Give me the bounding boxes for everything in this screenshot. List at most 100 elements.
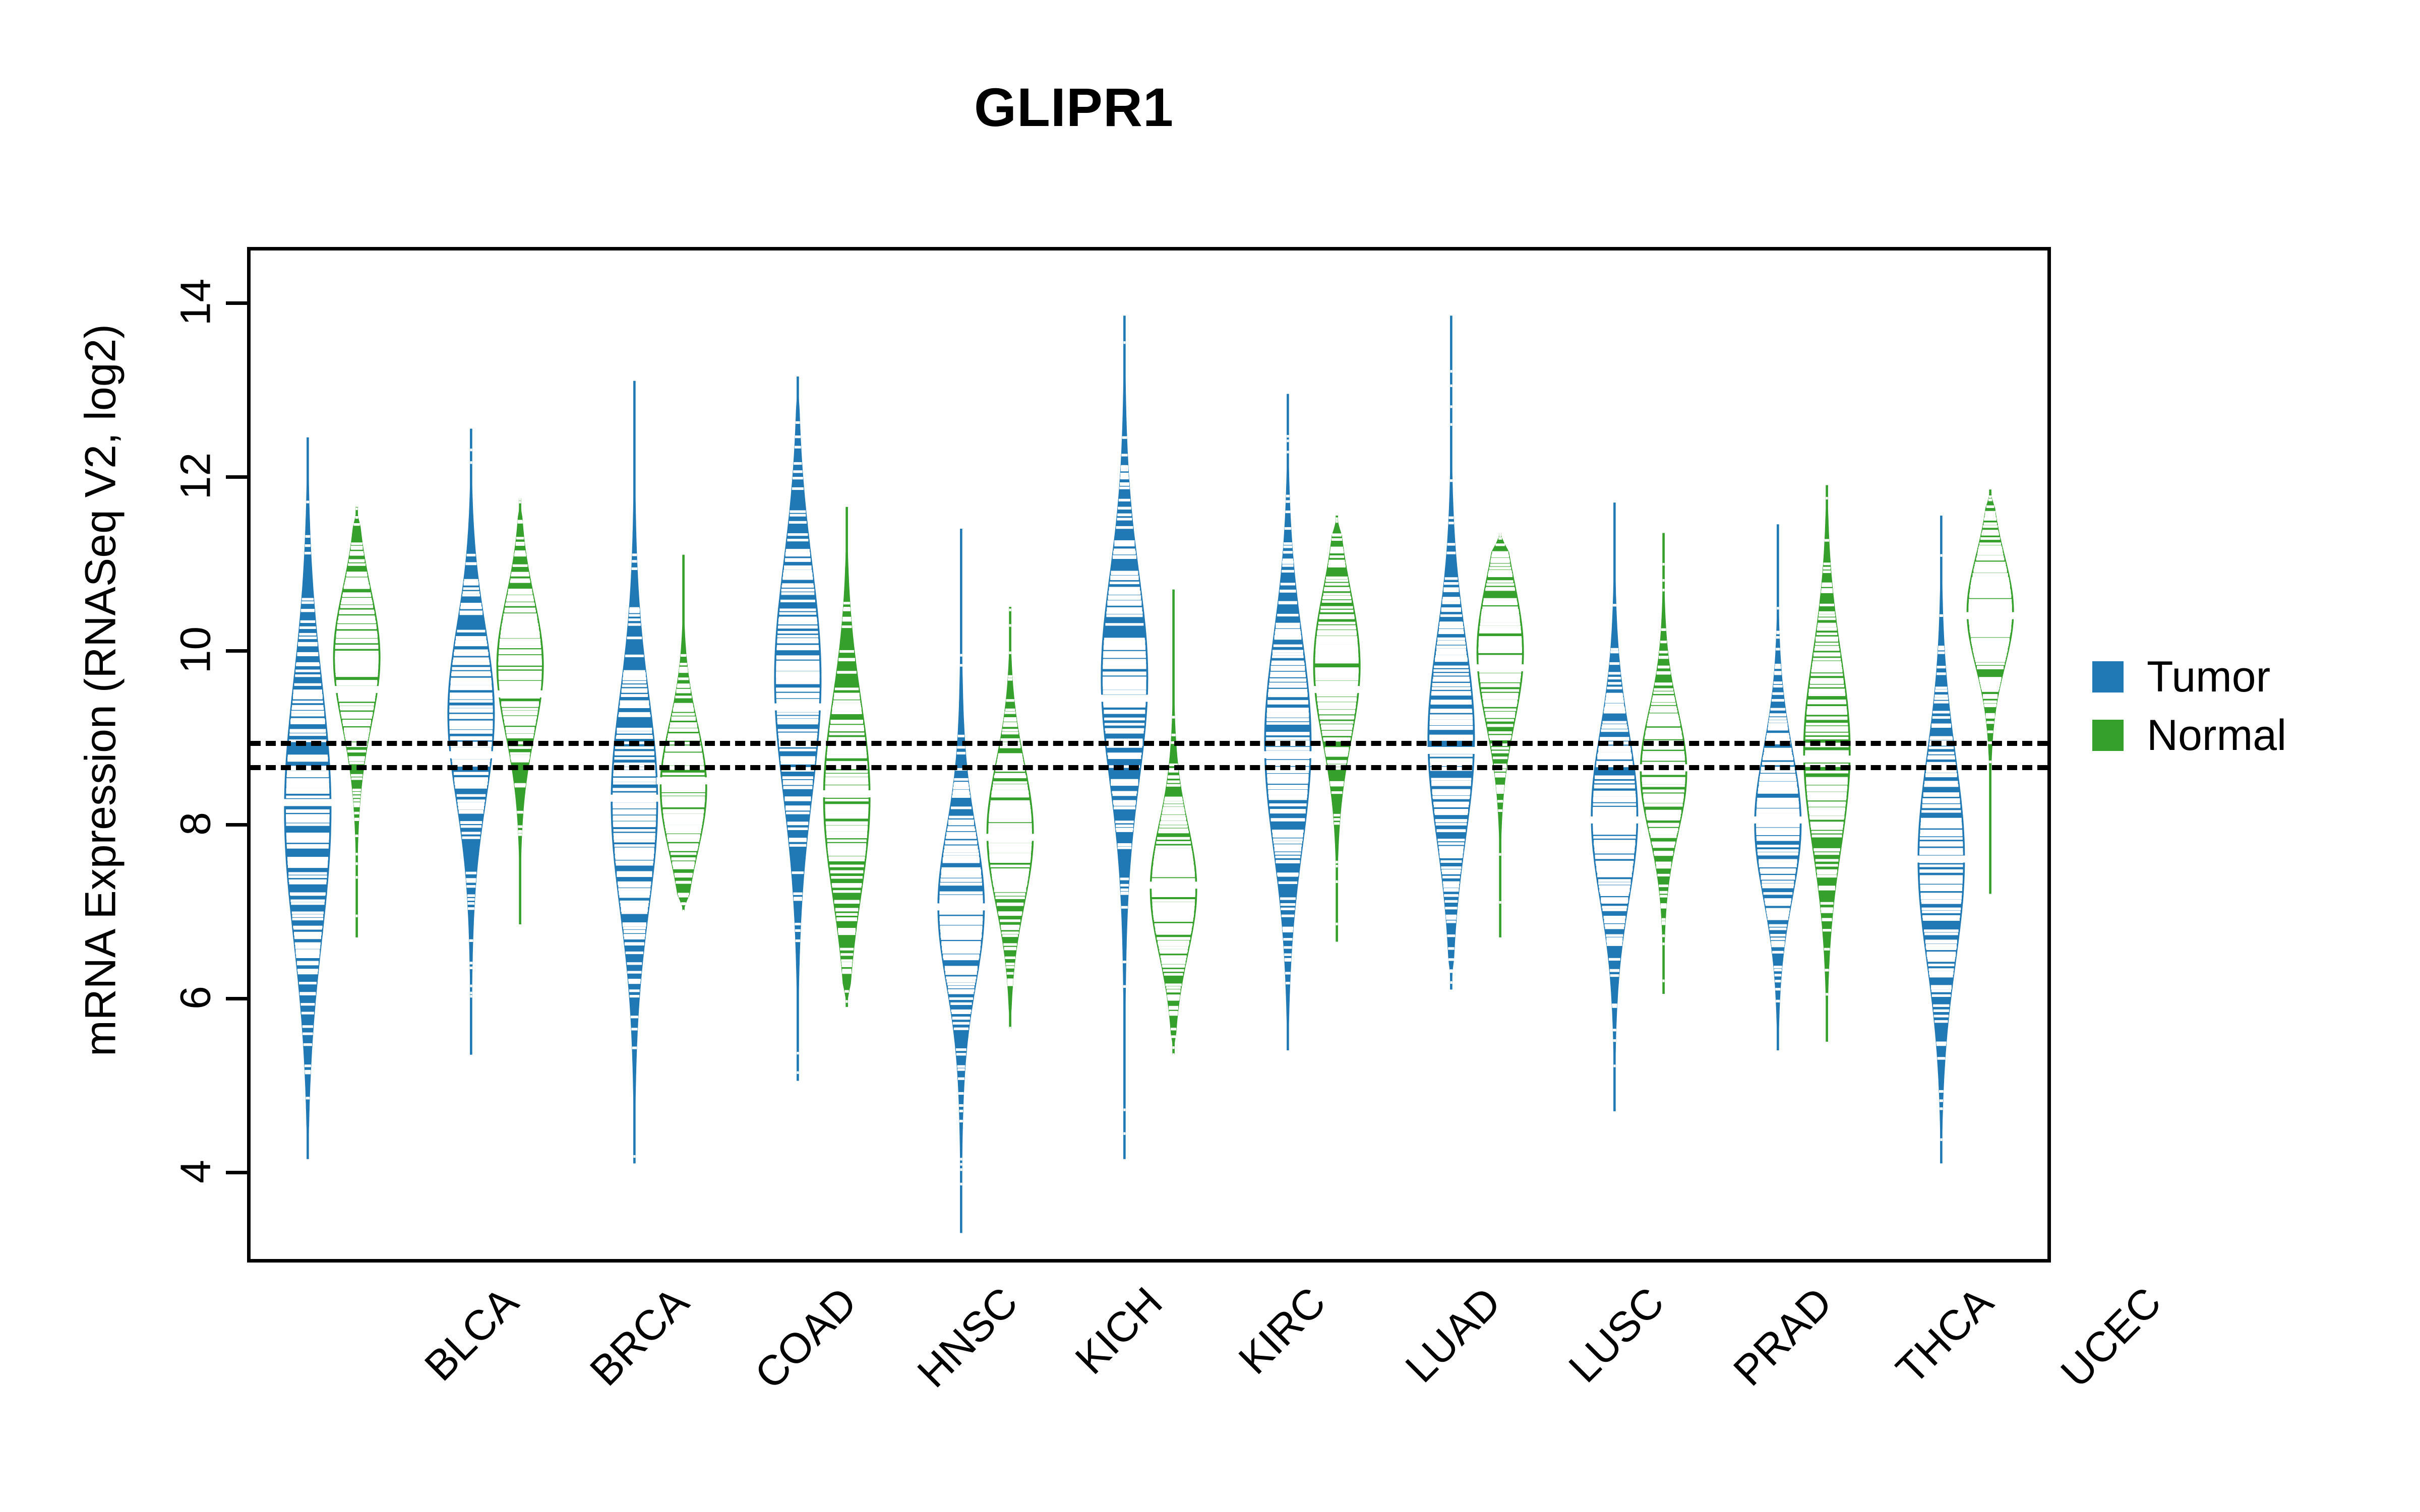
observation-strip bbox=[353, 802, 360, 805]
observation-strip bbox=[1646, 811, 1681, 814]
observation-strip bbox=[1169, 1011, 1178, 1014]
observation-strip bbox=[1441, 866, 1462, 869]
observation-strip bbox=[498, 658, 542, 661]
observation-strip bbox=[1284, 542, 1292, 545]
observation-strip bbox=[1926, 952, 1956, 955]
observation-strip bbox=[613, 774, 656, 777]
observation-strip bbox=[681, 654, 687, 657]
observation-strip bbox=[1763, 892, 1793, 895]
observation-strip bbox=[620, 700, 649, 703]
observation-strip bbox=[1933, 1004, 1950, 1007]
observation-strip bbox=[957, 1068, 965, 1071]
observation-strip bbox=[1598, 748, 1631, 751]
observation-strip bbox=[1121, 465, 1128, 468]
observation-strip bbox=[1108, 597, 1141, 600]
observation-strip bbox=[1983, 522, 1997, 525]
observation-strip bbox=[1595, 856, 1634, 859]
x-tick-label-brca: BRCA bbox=[581, 1278, 698, 1395]
observation-strip bbox=[1266, 762, 1309, 765]
violin-coad bbox=[607, 381, 662, 1164]
observation-strip bbox=[465, 871, 477, 874]
observation-strip bbox=[1648, 824, 1679, 827]
observation-strip bbox=[1772, 692, 1784, 695]
observation-strip bbox=[1968, 619, 2012, 622]
observation-strip bbox=[994, 889, 1026, 892]
observation-strip bbox=[459, 610, 483, 613]
observation-strip bbox=[625, 654, 644, 657]
observation-strip bbox=[1285, 972, 1291, 975]
observation-strip bbox=[1773, 684, 1783, 688]
observation-strip bbox=[449, 697, 493, 700]
observation-strip bbox=[618, 885, 651, 888]
observation-strip bbox=[1326, 754, 1348, 757]
observation-strip bbox=[1328, 564, 1346, 568]
observation-strip bbox=[1807, 792, 1847, 795]
observation-strip bbox=[289, 881, 327, 885]
observation-strip bbox=[336, 638, 378, 641]
observation-strip bbox=[1756, 824, 1800, 827]
observation-strip bbox=[1777, 607, 1779, 610]
observation-strip bbox=[618, 888, 651, 891]
observation-strip bbox=[1774, 974, 1782, 977]
observation-strip bbox=[501, 632, 540, 635]
observation-strip bbox=[622, 684, 647, 687]
observation-strip bbox=[1155, 850, 1192, 853]
observation-strip bbox=[339, 703, 375, 706]
observation-strip bbox=[1269, 682, 1307, 685]
observation-strip bbox=[614, 835, 655, 838]
observation-strip bbox=[785, 554, 810, 557]
observation-strip bbox=[1597, 753, 1632, 757]
observation-strip bbox=[833, 703, 861, 706]
observation-strip bbox=[1485, 587, 1515, 590]
observation-strip bbox=[1823, 929, 1832, 932]
observation-strip bbox=[1447, 934, 1456, 937]
observation-strip bbox=[780, 756, 816, 759]
observation-strip bbox=[338, 616, 376, 619]
violin-luad bbox=[1310, 516, 1363, 942]
observation-strip bbox=[518, 833, 522, 836]
observation-strip bbox=[1106, 614, 1143, 617]
observation-strip bbox=[467, 902, 475, 905]
observation-strip bbox=[1430, 761, 1473, 764]
observation-strip bbox=[779, 608, 816, 611]
observation-strip bbox=[305, 535, 311, 538]
observation-strip bbox=[620, 900, 649, 903]
observation-strip bbox=[1103, 677, 1146, 680]
observation-strip bbox=[1939, 614, 1943, 617]
observation-strip bbox=[778, 616, 817, 619]
observation-strip bbox=[286, 795, 330, 798]
observation-strip bbox=[460, 605, 481, 608]
legend-item-normal[interactable]: Normal bbox=[2092, 714, 2286, 757]
observation-strip bbox=[832, 885, 862, 888]
observation-strip bbox=[776, 696, 820, 699]
observation-strip bbox=[287, 846, 329, 849]
observation-strip bbox=[792, 487, 804, 490]
observation-strip bbox=[1273, 838, 1303, 841]
observation-strip bbox=[338, 696, 376, 699]
x-tick-label-hnsc: HNSC bbox=[908, 1278, 1027, 1397]
observation-strip bbox=[1659, 885, 1669, 888]
observation-strip bbox=[1158, 831, 1189, 834]
observation-strip bbox=[1112, 791, 1137, 794]
observation-strip bbox=[1491, 750, 1509, 753]
observation-strip bbox=[1767, 917, 1789, 920]
reference-line-1 bbox=[251, 765, 2047, 771]
observation-strip bbox=[1320, 721, 1354, 724]
observation-strip bbox=[1009, 624, 1011, 627]
legend-item-tumor[interactable]: Tumor bbox=[2092, 655, 2286, 699]
observation-strip bbox=[1771, 941, 1785, 945]
observation-strip bbox=[1317, 698, 1357, 701]
y-tick-mark bbox=[226, 475, 247, 479]
observation-strip bbox=[1988, 498, 1992, 501]
observation-strip bbox=[1969, 625, 2012, 628]
observation-strip bbox=[1444, 900, 1458, 903]
observation-strip bbox=[1334, 822, 1340, 825]
observation-strip bbox=[1153, 861, 1194, 864]
observation-strip bbox=[337, 620, 376, 623]
observation-strip bbox=[335, 670, 378, 673]
observation-strip bbox=[671, 852, 697, 855]
observation-strip bbox=[776, 712, 819, 715]
observation-strip bbox=[1811, 669, 1843, 672]
observation-strip bbox=[460, 825, 482, 828]
observation-strip bbox=[1432, 687, 1471, 690]
